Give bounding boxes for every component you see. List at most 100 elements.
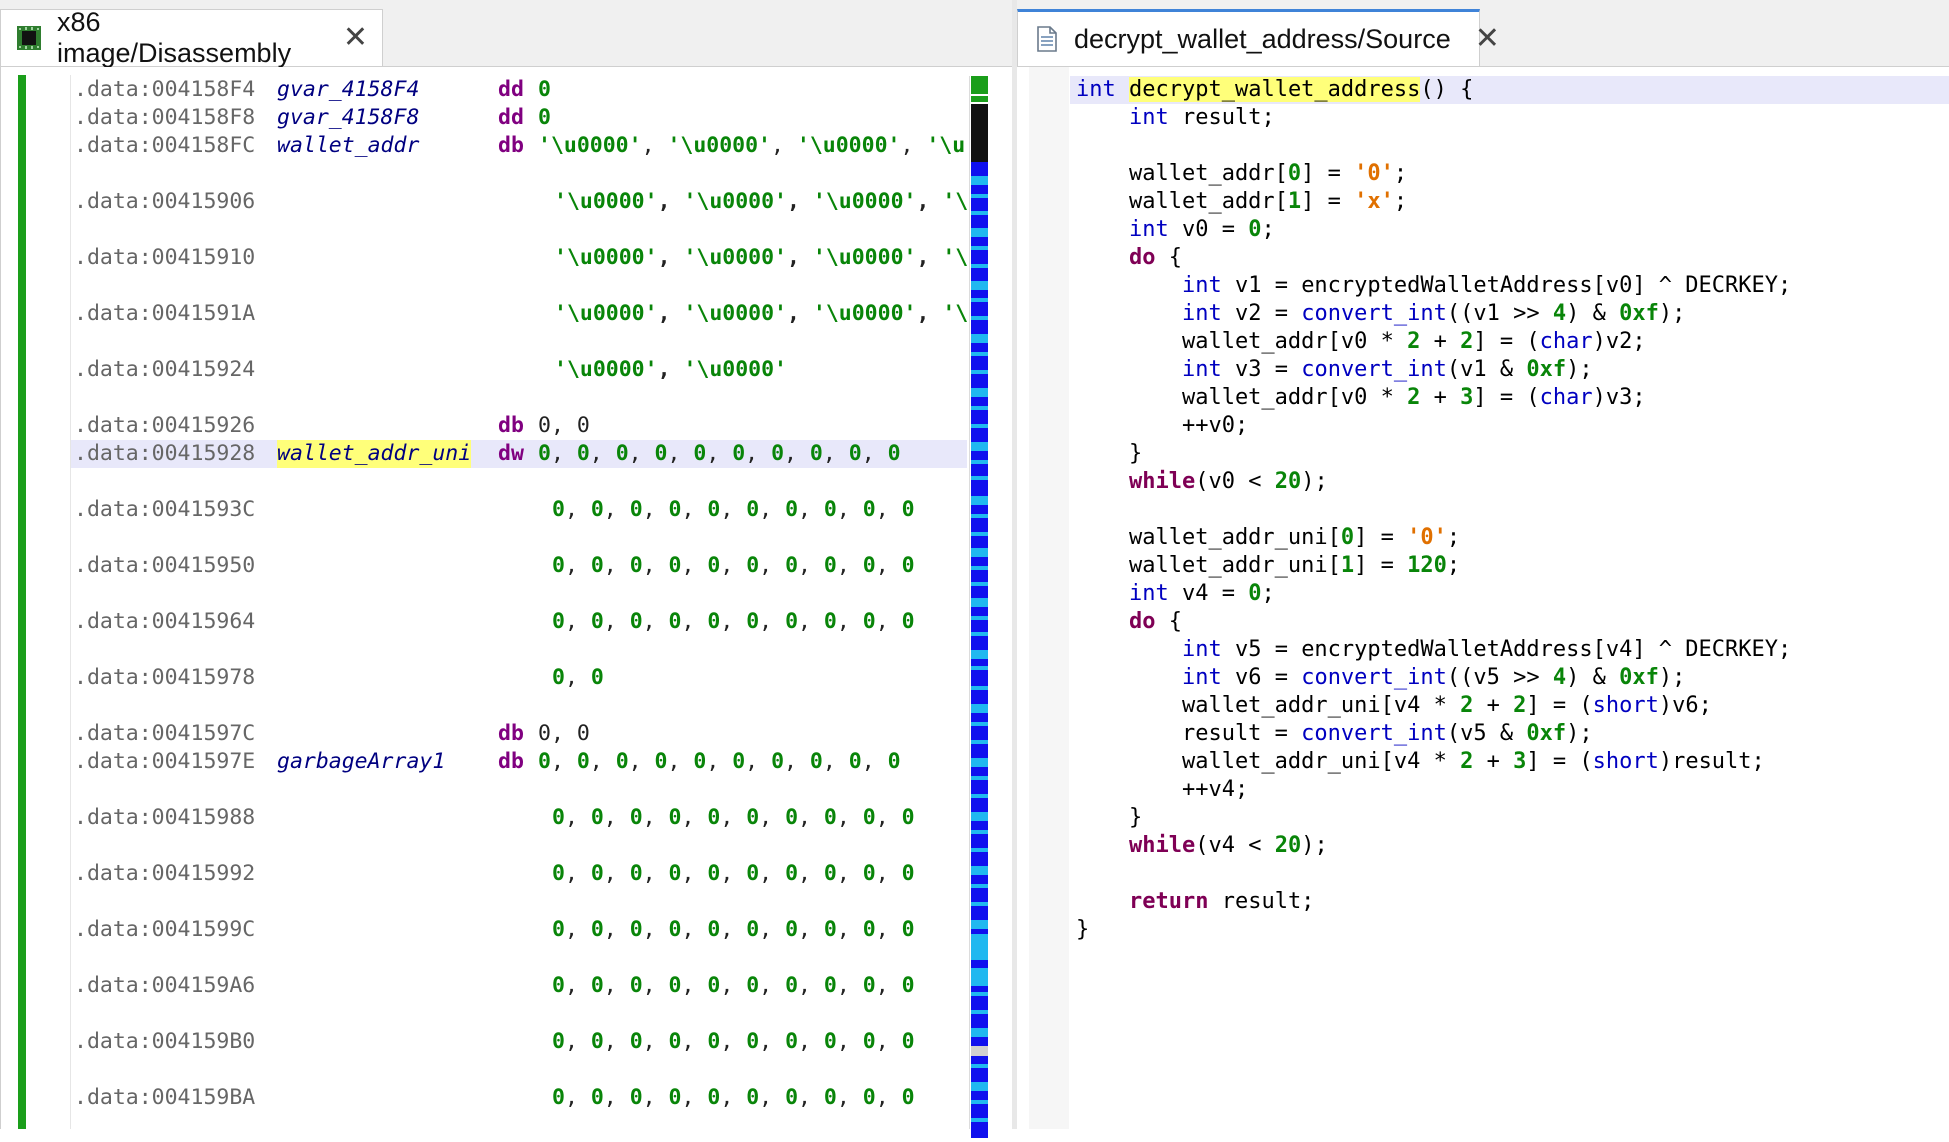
source-line[interactable]: ++v0; [1070,412,1949,440]
disasm-line[interactable]: .data:004159B0 0, 0, 0, 0, 0, 0, 0, 0, 0,… [71,1028,967,1056]
disasm-line[interactable]: .data:004159A6 0, 0, 0, 0, 0, 0, 0, 0, 0,… [71,972,967,1000]
value-list: 0, 0, 0, 0, 0, 0, 0, 0, 0, 0 [538,748,901,776]
ruler-cyan-mark [971,598,988,607]
code-token: wallet_addr[v0 * [1076,329,1408,354]
source-view[interactable]: int decrypt_wallet_address() { int resul… [1017,67,1949,1129]
disasm-line[interactable]: .data:00415928 wallet_addr_uni dw 0, 0, 0, … [71,440,967,468]
value: 0 [901,1085,915,1110]
disasm-line[interactable]: .data:004158FC wallet_addr db '\u0000', '\u… [71,132,967,160]
disasm-line[interactable]: .data:00415910 '\u0000', '\u0000', '\u000… [71,244,968,272]
value: 0 [552,665,565,690]
separator: , [706,441,733,466]
disasm-line[interactable]: .data:0041593C 0, 0, 0, 0, 0, 0, 0, 0, 0,… [71,496,967,524]
code-token: int [1128,581,1169,606]
source-line[interactable]: int v1 = encryptedWalletAddress[v0] ^ DE… [1070,272,1949,300]
tab-source[interactable]: decrypt_wallet_address/Source ✕ [1017,9,1500,66]
disasm-line[interactable]: .data:004158F8 gvar_4158F8 dd 0 [71,104,967,132]
source-line[interactable]: wallet_addr[v0 * 2 + 2] = (char)v2; [1070,328,1949,356]
overview-scrollbar[interactable] [969,76,989,1138]
source-line[interactable]: ++v4; [1070,776,1949,804]
disasm-line[interactable]: .data:00415964 0, 0, 0, 0, 0, 0, 0, 0, 0,… [71,608,967,636]
disasm-line[interactable]: .data:00415992 0, 0, 0, 0, 0, 0, 0, 0, 0,… [71,860,967,888]
disasm-line[interactable]: .data:00415978 0, 0 [71,664,967,692]
disassembly-pane: x86 image/Disassembly ✕ .data:004158F4 gv… [0,0,1012,1138]
code-token: 2 [1460,693,1474,718]
source-line[interactable]: while(v4 < 20); [1070,832,1949,860]
disasm-line[interactable]: .data:0041597E garbageArray1 db 0, 0, 0, 0,… [71,748,967,776]
disasm-line[interactable]: .data:0041599C 0, 0, 0, 0, 0, 0, 0, 0, 0,… [71,916,967,944]
source-line[interactable]: return result; [1070,888,1949,916]
source-line[interactable]: do { [1070,244,1949,272]
disasm-line[interactable]: .data:00415926 db 0, 0 [71,412,967,440]
value: 0 [668,553,682,578]
value: '\u0000' [683,357,788,382]
code-token: ] = ( [1526,693,1593,718]
ruler-cyan-mark [971,934,988,958]
value: 0 [552,553,565,578]
separator: , [667,749,694,774]
disassembly-lines: .data:004158F4 gvar_4158F4 dd 0 .data:004158… [71,76,968,1112]
disasm-line[interactable]: .data:004159BA 0, 0, 0, 0, 0, 0, 0, 0, 0,… [71,1084,967,1112]
source-line[interactable]: do { [1070,608,1949,636]
source-line[interactable]: wallet_addr[1] = 'x'; [1070,188,1949,216]
address: .data:00415988 [74,805,256,830]
disasm-line[interactable]: .data:0041591A '\u0000', '\u0000', '\u000… [71,300,968,328]
address: .data:0041599C [74,917,256,942]
source-line[interactable]: result = convert_int(v5 & 0xf); [1070,720,1949,748]
source-line[interactable]: } [1070,804,1949,832]
value: 0 [629,497,643,522]
value: 0 [862,1085,876,1110]
ruler-cyan-mark [971,566,988,570]
disasm-line[interactable]: .data:0041597C db 0, 0 [71,720,967,748]
disasm-line[interactable]: .data:00415988 0, 0, 0, 0, 0, 0, 0, 0, 0,… [71,804,967,832]
disasm-line[interactable]: .data:00415924 '\u0000', '\u0000' [71,356,967,384]
value: 0 [785,553,799,578]
value: '\u0000' [683,189,788,214]
close-icon[interactable]: ✕ [343,23,368,53]
source-line[interactable]: wallet_addr[0] = '0'; [1070,160,1949,188]
source-line[interactable]: int v4 = 0; [1070,580,1949,608]
close-icon[interactable]: ✕ [1475,24,1500,54]
separator: , [836,973,863,998]
value: 0 [785,973,799,998]
ruler-cyan-mark [971,228,988,237]
source-line[interactable] [1070,496,1949,524]
ruler-cyan-mark [971,442,988,451]
source-line[interactable]: wallet_addr[v0 * 2 + 3] = (char)v3; [1070,384,1949,412]
source-line[interactable] [1070,132,1949,160]
disassembly-view[interactable]: .data:004158F4 gvar_4158F4 dd 0 .data:004158… [0,67,1012,1138]
disasm-line[interactable]: .data:00415950 0, 0, 0, 0, 0, 0, 0, 0, 0,… [71,552,967,580]
ruler-cyan-mark [971,920,988,929]
ruler-cyan-mark [971,686,988,690]
source-line[interactable]: } [1070,440,1949,468]
source-line[interactable]: int v6 = convert_int((v5 >> 4) & 0xf); [1070,664,1949,692]
source-line[interactable]: int v0 = 0; [1070,216,1949,244]
disasm-line[interactable]: .data:004158F4 gvar_4158F4 dd 0 [71,76,967,104]
tab-disassembly[interactable]: x86 image/Disassembly ✕ [0,7,383,68]
source-line[interactable]: int decrypt_wallet_address() { [1070,76,1949,104]
source-line[interactable]: wallet_addr_uni[v4 * 2 + 3] = (short)res… [1070,748,1949,776]
code-token: convert_int [1301,665,1447,690]
source-line[interactable]: while(v0 < 20); [1070,468,1949,496]
code-token: )v2; [1592,329,1646,354]
separator: , [681,1029,708,1054]
code-token: result = [1076,721,1302,746]
source-line[interactable]: } [1070,916,1949,944]
source-line[interactable] [1070,860,1949,888]
source-line[interactable]: int v2 = convert_int((v1 >> 4) & 0xf); [1070,300,1949,328]
disasm-line[interactable]: .data:00415906 '\u0000', '\u0000', '\u000… [71,188,968,216]
source-line[interactable]: int v5 = encryptedWalletAddress[v4] ^ DE… [1070,636,1949,664]
code-token: int [1076,77,1116,102]
source-line[interactable]: int result; [1070,104,1949,132]
value: '\u0000' [554,357,658,382]
source-line[interactable]: wallet_addr_uni[v4 * 2 + 2] = (short)v6; [1070,692,1949,720]
source-line[interactable]: wallet_addr_uni[1] = 120; [1070,552,1949,580]
code-token: '0' [1354,161,1394,186]
value: 0 [538,105,551,130]
source-line[interactable]: wallet_addr_uni[0] = '0'; [1070,524,1949,552]
ruler-cyan-mark [971,176,988,185]
source-line[interactable]: int v3 = convert_int(v1 & 0xf); [1070,356,1949,384]
value: '\u0000' [683,245,788,270]
